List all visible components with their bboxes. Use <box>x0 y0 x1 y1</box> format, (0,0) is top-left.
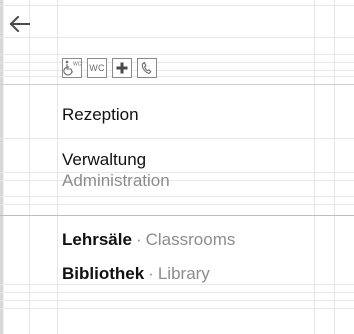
arrow-left-icon <box>9 16 30 32</box>
grid-line-horizontal <box>0 172 354 173</box>
grid-line-horizontal <box>0 70 354 71</box>
wheelchair-wc-icon: WC <box>63 60 81 76</box>
section-divider <box>0 215 354 216</box>
phone-icon <box>141 61 152 75</box>
list-item-classrooms[interactable]: Lehrsäle · Classrooms <box>62 230 235 250</box>
list-item-reception[interactable]: Rezeption <box>62 105 139 125</box>
grid-line-horizontal <box>0 84 354 85</box>
facility-icon-row: WC WC <box>62 58 157 78</box>
first-aid-icon <box>116 62 128 74</box>
grid-line-horizontal <box>0 54 354 55</box>
back-button[interactable] <box>8 14 32 34</box>
grid-line-horizontal <box>0 138 354 139</box>
grid-line-horizontal <box>0 37 354 38</box>
list-item-administration[interactable]: Verwaltung Administration <box>62 150 170 191</box>
grid-line-horizontal <box>0 76 354 77</box>
grid-line-horizontal <box>0 284 354 285</box>
grid-line-horizontal <box>0 204 354 205</box>
room-directory-panel: WC WC Rezeption Verwaltung Administratio… <box>0 0 354 334</box>
grid-line-horizontal <box>0 180 354 181</box>
wc-button[interactable]: WC <box>87 58 107 78</box>
entry-name: Lehrsäle <box>62 230 132 249</box>
grid-line-horizontal <box>0 196 354 197</box>
entry-separator: · <box>148 264 154 283</box>
entry-name: Verwaltung <box>62 150 147 169</box>
grid-line-horizontal <box>0 308 354 309</box>
entry-translation: Administration <box>62 171 170 190</box>
accessible-wc-button[interactable]: WC <box>62 58 82 78</box>
entry-name: Rezeption <box>62 105 139 124</box>
grid-line-horizontal <box>0 300 354 301</box>
wc-label: WC <box>89 63 105 73</box>
entry-translation: Library <box>157 264 210 283</box>
grid-line-horizontal <box>0 5 354 6</box>
entry-separator: · <box>135 230 142 249</box>
wheelchair-wc-label: WC <box>73 62 81 68</box>
first-aid-button[interactable] <box>112 58 132 78</box>
grid-line-horizontal <box>0 292 354 293</box>
phone-button[interactable] <box>137 58 157 78</box>
grid-line-horizontal <box>0 62 354 63</box>
entry-name: Bibliothek <box>62 264 145 283</box>
list-item-library[interactable]: Bibliothek · Library <box>62 264 210 284</box>
entry-translation: Classrooms <box>145 230 236 249</box>
